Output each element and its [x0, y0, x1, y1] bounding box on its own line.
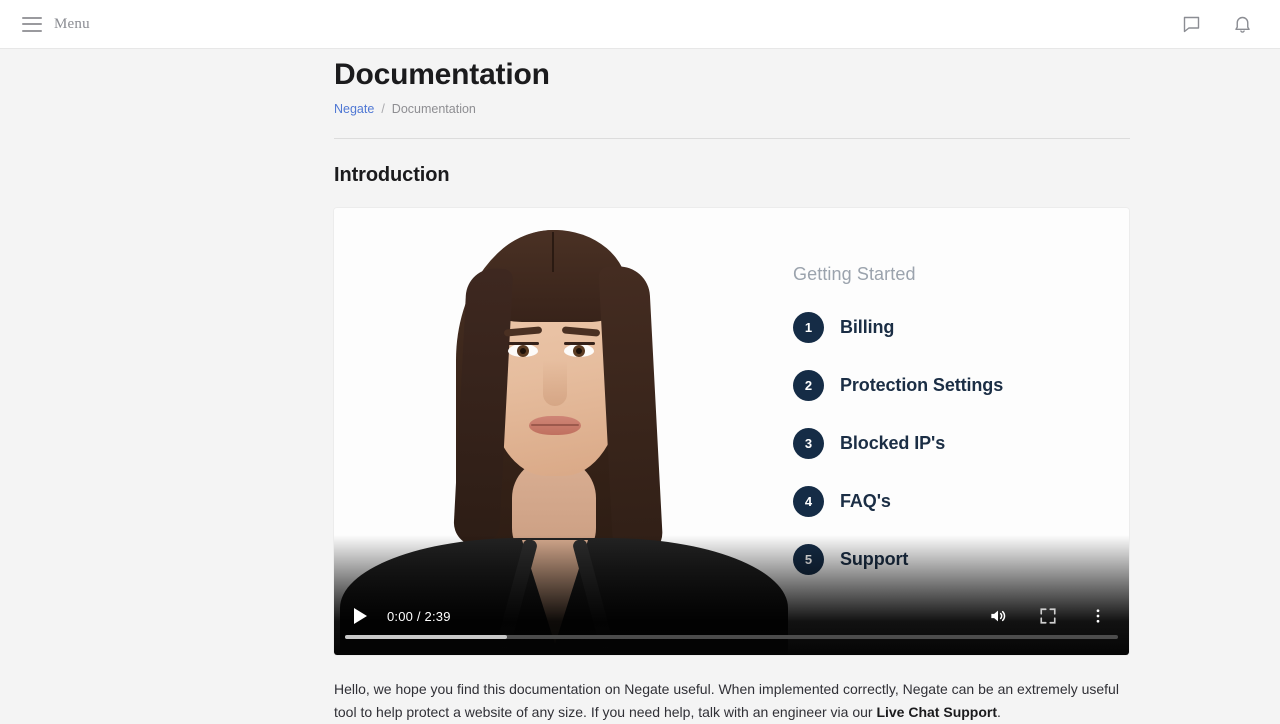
list-item: 3 Blocked IP's [793, 426, 1129, 461]
step-number-badge: 5 [793, 544, 824, 575]
step-number-badge: 3 [793, 428, 824, 459]
header-divider [334, 138, 1130, 139]
play-icon[interactable] [349, 605, 371, 627]
step-number-badge: 2 [793, 370, 824, 401]
list-item: 4 FAQ's [793, 484, 1129, 519]
paragraph-text-part1: Hello, we hope you find this documentati… [334, 681, 1119, 720]
breadcrumb-separator: / [381, 102, 385, 116]
content-column: Documentation Negate / Documentation Int… [334, 49, 1130, 724]
breadcrumb-current: Documentation [391, 102, 476, 116]
more-vertical-icon[interactable] [1087, 605, 1109, 627]
step-label: Support [840, 549, 909, 569]
hamburger-menu-icon[interactable] [22, 16, 42, 32]
menu-label: Menu [54, 15, 90, 32]
step-label: Blocked IP's [840, 433, 946, 453]
video-player[interactable]: Getting Started 1 Billing 2 Protection S… [334, 208, 1129, 655]
topbar-actions [1179, 12, 1254, 36]
getting-started-panel: Getting Started 1 Billing 2 Protection S… [793, 208, 1129, 655]
video-controls: 0:00 / 2:39 [334, 595, 1129, 655]
presenter-image [334, 208, 794, 655]
introduction-paragraph: Hello, we hope you find this documentati… [334, 678, 1124, 724]
list-item: 2 Protection Settings [793, 368, 1129, 403]
menu-button[interactable]: Menu [22, 16, 90, 33]
video-progress-bar[interactable] [345, 635, 1118, 639]
video-controls-row: 0:00 / 2:39 [334, 599, 1129, 633]
live-chat-support-link[interactable]: Live Chat Support [876, 704, 997, 720]
step-label: FAQ's [840, 491, 891, 511]
step-number-badge: 4 [793, 486, 824, 517]
breadcrumb: Negate / Documentation [334, 102, 1130, 116]
breadcrumb-link-negate[interactable]: Negate [334, 102, 374, 116]
video-frame: Getting Started 1 Billing 2 Protection S… [334, 208, 1129, 655]
chat-bubble-icon[interactable] [1179, 12, 1203, 36]
page-title: Documentation [334, 58, 550, 91]
step-label: Billing [840, 317, 895, 337]
video-progress-buffer [345, 635, 508, 639]
video-controls-right [987, 605, 1109, 627]
list-item: 1 Billing [793, 310, 1129, 345]
step-number-badge: 1 [793, 312, 824, 343]
video-time-display: 0:00 / 2:39 [387, 608, 451, 624]
page-body: Documentation Negate / Documentation Int… [0, 49, 1280, 720]
fullscreen-icon[interactable] [1037, 605, 1059, 627]
section-title-introduction: Introduction [334, 164, 450, 186]
volume-icon[interactable] [987, 605, 1009, 627]
notification-bell-icon[interactable] [1230, 12, 1254, 36]
top-navigation-bar: Menu [0, 0, 1280, 49]
paragraph-text-part2: . [997, 704, 1001, 720]
step-label: Protection Settings [840, 375, 1004, 395]
getting-started-list: 1 Billing 2 Protection Settings 3 Blocke… [793, 310, 1129, 600]
list-item: 5 Support [793, 542, 1129, 577]
getting-started-title: Getting Started [793, 264, 916, 284]
